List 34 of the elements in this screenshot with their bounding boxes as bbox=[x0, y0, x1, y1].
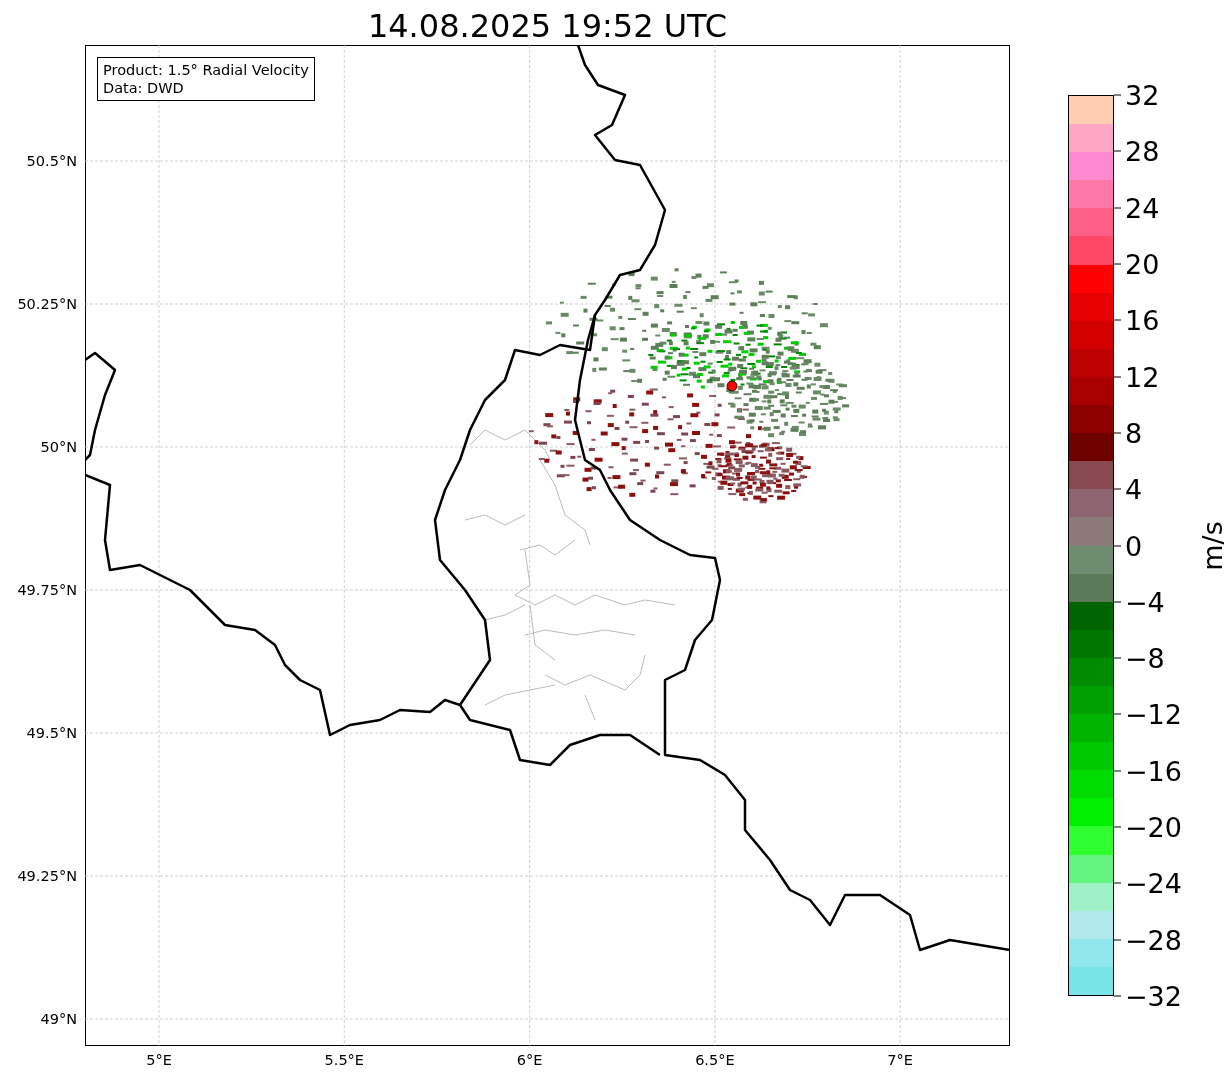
latitude-label: 49°N bbox=[40, 1011, 77, 1027]
colorbar-tick-label: −24 bbox=[1125, 867, 1182, 899]
colorbar-tick-label: −20 bbox=[1125, 811, 1182, 843]
colorbar-tick-label: 4 bbox=[1125, 473, 1143, 505]
colorbar-tick-label: 8 bbox=[1125, 417, 1143, 449]
colorbar-tick-label: 0 bbox=[1125, 530, 1143, 561]
latitude-label: 49.5°N bbox=[26, 725, 77, 741]
latitude-label: 50.25°N bbox=[17, 296, 77, 312]
latitude-label: 49.25°N bbox=[17, 868, 77, 884]
colorbar-tick-label: 24 bbox=[1125, 192, 1160, 224]
colorbar-tick-label: 12 bbox=[1125, 361, 1160, 393]
latitude-label: 50.5°N bbox=[26, 153, 77, 169]
latitude-label: 49.75°N bbox=[17, 582, 77, 598]
colorbar-tick-label: −12 bbox=[1125, 698, 1182, 730]
colorbar-tick-label: −8 bbox=[1125, 642, 1165, 674]
colorbar-tick-label: 16 bbox=[1125, 304, 1160, 336]
colorbar-tick-label: 28 bbox=[1125, 135, 1160, 167]
info-text: Product: 1.5° Radial Velocity bbox=[103, 61, 309, 79]
longitude-label: 6.5°E bbox=[695, 1052, 735, 1068]
colorbar-label: m/s bbox=[1197, 520, 1225, 571]
colorbar-tick-label: −4 bbox=[1125, 586, 1165, 618]
colorbar-tick-label: −28 bbox=[1125, 924, 1182, 956]
colorbar-tick-label: 32 bbox=[1125, 79, 1160, 111]
colorbar-tick-label: −16 bbox=[1125, 755, 1182, 787]
colorbar-tick-label: 20 bbox=[1125, 248, 1160, 280]
longitude-label: 5°E bbox=[146, 1052, 172, 1068]
longitude-label: 6°E bbox=[516, 1052, 543, 1068]
longitude-label: 7°E bbox=[887, 1052, 913, 1068]
longitude-label: 5.5°E bbox=[324, 1052, 365, 1068]
radar-site-marker bbox=[726, 380, 738, 392]
latitude-label: 50°N bbox=[40, 439, 77, 455]
colorbar-tick-label: −32 bbox=[1125, 980, 1182, 1012]
chart-title: 14.08.2025 19:52 UTC bbox=[366, 6, 729, 45]
info-text: Data: DWD bbox=[103, 79, 185, 97]
